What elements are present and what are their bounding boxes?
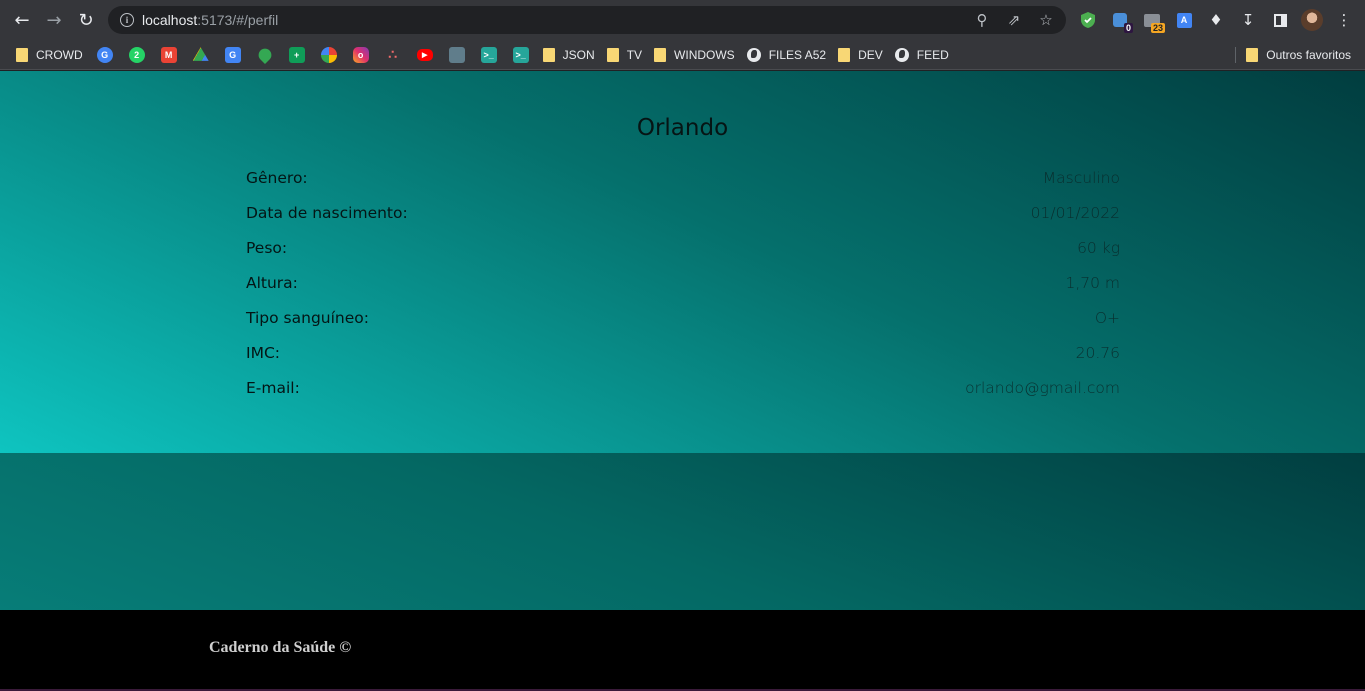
folder-icon — [16, 47, 28, 62]
profile-row-email: E-mail: orlando@gmail.com — [246, 379, 1120, 414]
bookmarks-divider — [1235, 46, 1237, 63]
bookmark-terminal-2[interactable]: >_ — [505, 43, 537, 67]
extension-counter-count: 23 — [1150, 23, 1165, 33]
field-label: IMC: — [246, 344, 280, 362]
avatar[interactable] — [1296, 4, 1328, 36]
folder-icon — [838, 47, 851, 62]
gmail-icon: M — [160, 46, 177, 63]
folder-icon — [654, 47, 667, 62]
bookmark-whatsapp[interactable]: 2 — [121, 43, 153, 67]
google-icon: G — [96, 46, 113, 63]
field-label: Gênero: — [246, 169, 308, 187]
site-info-icon[interactable]: i — [120, 13, 134, 27]
profile-details: Gênero: Masculino Data de nascimento: 01… — [246, 169, 1120, 414]
app-icon — [448, 46, 465, 63]
field-value: Masculino — [1042, 169, 1120, 187]
profile-row-gender: Gênero: Masculino — [246, 169, 1120, 204]
folder-icon — [542, 47, 555, 62]
translate-icon: G — [224, 46, 241, 63]
youtube-icon: ▶ — [416, 48, 433, 61]
field-value: O+ — [1094, 309, 1120, 327]
menu-icon[interactable]: ⋮ — [1328, 4, 1360, 36]
drive-icon — [192, 47, 209, 61]
page-content: Orlando Gênero: Masculino Data de nascim… — [0, 71, 1365, 691]
back-icon[interactable]: ← — [6, 4, 38, 36]
forward-icon[interactable]: → — [38, 4, 70, 36]
field-label: Peso: — [246, 239, 288, 257]
content-band — [0, 453, 1365, 610]
field-value: 60 kg — [1077, 239, 1120, 257]
side-panel-icon[interactable] — [1264, 4, 1296, 36]
bookmark-windows[interactable]: WINDOWS — [648, 43, 741, 67]
field-value: orlando@gmail.com — [965, 379, 1120, 397]
browser-toolbar: ← → ↻ i localhost:5173/#/perfil ⚲ ⇗ ☆ 0 … — [0, 0, 1365, 40]
extension-badge-count: 0 — [1123, 23, 1133, 33]
extensions-area: 0 23 A ♦ ↧ ⋮ — [1072, 4, 1360, 36]
profile-row-height: Altura: 1,70 m — [246, 274, 1120, 309]
bookmark-json[interactable]: JSON — [537, 43, 601, 67]
translate-extension-icon[interactable]: A — [1168, 4, 1200, 36]
url-path: :5173/#/perfil — [197, 12, 279, 28]
field-value: 20.76 — [1075, 344, 1120, 362]
maps-icon — [255, 45, 274, 64]
bookmark-pinwheel[interactable] — [313, 43, 345, 67]
key-icon[interactable]: ⚲ — [966, 6, 998, 34]
url-host: localhost — [142, 12, 198, 28]
folder-icon — [606, 47, 619, 62]
bookmark-feed[interactable]: FEED — [889, 43, 955, 67]
field-value: 1,70 m — [1065, 274, 1120, 292]
bookmark-sheets[interactable]: + — [281, 43, 313, 67]
terminal-icon: >_ — [480, 46, 497, 63]
site-footer: Caderno da Saúde © — [0, 610, 1365, 691]
bookmark-gmail[interactable]: M — [153, 43, 185, 67]
url-text[interactable]: localhost:5173/#/perfil — [142, 12, 278, 28]
puzzle-icon[interactable]: ♦ — [1200, 4, 1232, 36]
bookmark-app[interactable] — [441, 43, 473, 67]
bookmark-asana[interactable]: ∴ — [377, 43, 409, 67]
omnibox-actions: ⚲ ⇗ ☆ — [966, 6, 1062, 34]
bookmark-google[interactable]: G — [89, 43, 121, 67]
bookmark-tv[interactable]: TV — [601, 43, 648, 67]
asana-icon: ∴ — [388, 46, 398, 62]
bookmark-crowd[interactable]: CROWD — [10, 43, 89, 67]
field-label: Tipo sanguíneo: — [246, 309, 369, 327]
extension-badge-icon[interactable]: 0 — [1104, 4, 1136, 36]
bookmark-dev[interactable]: DEV — [832, 43, 889, 67]
field-label: Altura: — [246, 274, 298, 292]
folder-icon — [1246, 47, 1259, 62]
instagram-icon: o — [352, 46, 369, 63]
shield-icon[interactable] — [1072, 4, 1104, 36]
bookmark-youtube[interactable]: ▶ — [409, 43, 441, 67]
bookmark-translate[interactable]: G — [217, 43, 249, 67]
bookmark-instagram[interactable]: o — [345, 43, 377, 67]
address-bar[interactable]: i localhost:5173/#/perfil ⚲ ⇗ ☆ — [108, 6, 1066, 34]
bookmark-drive[interactable] — [185, 43, 217, 67]
star-icon[interactable]: ☆ — [1030, 6, 1062, 34]
profile-row-birthdate: Data de nascimento: 01/01/2022 — [246, 204, 1120, 239]
sheets-icon: + — [288, 46, 305, 63]
profile-section: Orlando Gênero: Masculino Data de nascim… — [0, 71, 1365, 453]
share-icon[interactable]: ⇗ — [998, 6, 1030, 34]
terminal-icon: >_ — [512, 46, 529, 63]
bookmark-files-a52[interactable]: FILES A52 — [741, 43, 832, 67]
bookmarks-bar: CROWD G 2 M G + o ∴ ▶ >_ >_ JSON TV WIND… — [0, 40, 1365, 70]
globe-icon — [894, 47, 909, 62]
bookmark-terminal-1[interactable]: >_ — [473, 43, 505, 67]
profile-row-bmi: IMC: 20.76 — [246, 344, 1120, 379]
download-icon[interactable]: ↧ — [1232, 4, 1264, 36]
whatsapp-icon: 2 — [128, 46, 145, 63]
footer-copyright: Caderno da Saúde © — [209, 639, 352, 656]
profile-row-blood-type: Tipo sanguíneo: O+ — [246, 309, 1120, 344]
profile-name: Orlando — [636, 115, 729, 141]
field-label: E-mail: — [246, 379, 300, 397]
bookmark-other-favorites[interactable]: Outros favoritos — [1240, 43, 1357, 67]
globe-icon — [746, 47, 761, 62]
field-label: Data de nascimento: — [246, 204, 408, 222]
bookmark-maps[interactable] — [249, 43, 281, 67]
extension-counter-icon[interactable]: 23 — [1136, 4, 1168, 36]
pinwheel-icon — [320, 46, 337, 63]
reload-icon[interactable]: ↻ — [70, 4, 102, 36]
profile-row-weight: Peso: 60 kg — [246, 239, 1120, 274]
field-value: 01/01/2022 — [1030, 204, 1120, 222]
